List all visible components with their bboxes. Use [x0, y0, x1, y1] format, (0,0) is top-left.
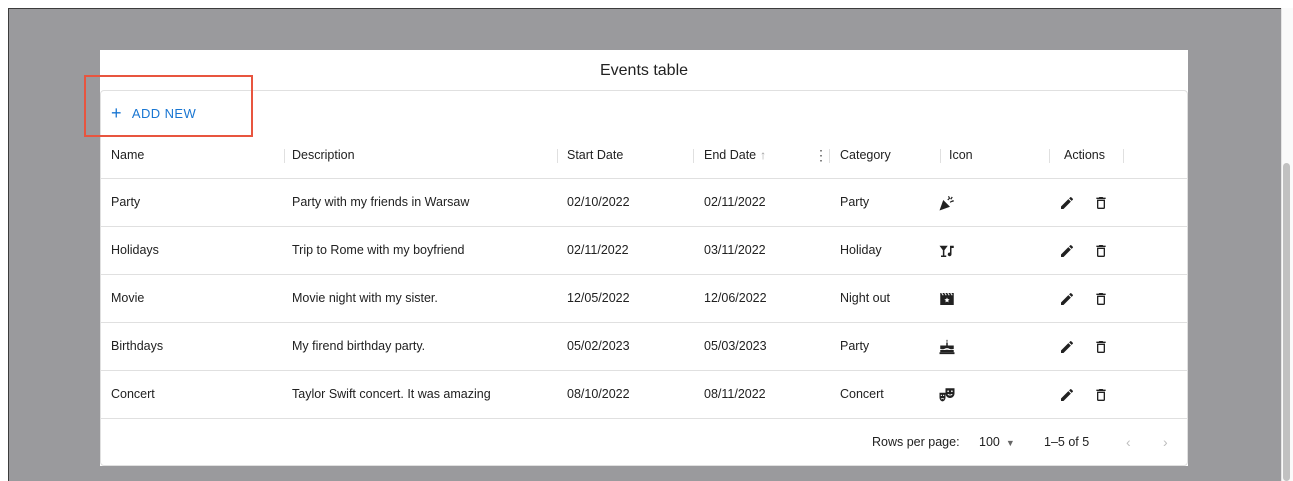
column-header-row: Name Description Start Date End Date ↑ ⋮ … [101, 135, 1187, 179]
table-row[interactable]: Movie Movie night with my sister. 12/05/20… [101, 275, 1187, 323]
column-header-label: Name [111, 148, 145, 162]
dialog-title: Events table [599, 62, 689, 79]
column-menu-icon[interactable]: ⋮ [814, 135, 828, 175]
cell-name: Party [111, 195, 141, 209]
column-header-label: Category [840, 148, 891, 162]
cell-description: Taylor Swift concert. It was amazing [292, 387, 491, 401]
edit-icon[interactable] [1059, 227, 1075, 274]
events-dialog: Events table + ADD NEW Name Description … [100, 50, 1188, 466]
column-separator[interactable] [284, 149, 285, 163]
rows-per-page-value: 100 [979, 435, 1000, 449]
edit-icon[interactable] [1059, 179, 1075, 226]
frame-left-line [8, 8, 9, 481]
column-header-label: Description [292, 148, 355, 162]
rows-per-page-select[interactable]: 100 ▼ [979, 419, 1015, 466]
table-row[interactable]: Concert Taylor Swift concert. It was amaz… [101, 371, 1187, 419]
cell-end-date: 03/11/2022 [704, 243, 766, 257]
cell-name: Holidays [111, 243, 159, 257]
cell-start-date: 02/10/2022 [567, 195, 630, 209]
grid-footer: Rows per page: 100 ▼ 1–5 of 5 ‹ › [101, 419, 1187, 465]
cell-description: Trip to Rome with my boyfriend [292, 243, 465, 257]
events-data-grid: + ADD NEW Name Description Start Date En… [100, 90, 1188, 466]
movie-clapper-icon [938, 275, 956, 322]
cell-name: Movie [111, 291, 145, 305]
column-header-end-date[interactable]: End Date ↑ [704, 135, 766, 178]
cell-start-date: 02/11/2022 [567, 243, 629, 257]
edit-icon[interactable] [1059, 371, 1075, 418]
column-header-label: Actions [1064, 148, 1105, 162]
column-separator[interactable] [1123, 149, 1124, 163]
column-header-start-date[interactable]: Start Date [567, 135, 623, 178]
delete-icon[interactable] [1093, 227, 1109, 274]
cell-category: Party [840, 195, 870, 209]
cell-end-date: 12/06/2022 [704, 291, 767, 305]
edit-icon[interactable] [1059, 275, 1075, 322]
cell-name: Birthdays [111, 339, 164, 353]
delete-icon[interactable] [1093, 371, 1109, 418]
cell-end-date: 02/11/2022 [704, 195, 766, 209]
column-header-label: Start Date [567, 148, 624, 162]
table-row[interactable]: Holidays Trip to Rome with my boyfriend 02… [101, 227, 1187, 275]
page-scrollbar-thumb[interactable] [1283, 163, 1290, 481]
chevron-down-icon: ▼ [1005, 438, 1015, 448]
column-header-actions[interactable]: Actions [1064, 135, 1105, 178]
cell-start-date: 08/10/2022 [567, 387, 630, 401]
next-page-icon[interactable]: › [1163, 419, 1168, 465]
cell-description: Movie night with my sister. [292, 291, 438, 305]
cell-category: Holiday [840, 243, 882, 257]
cell-end-date: 05/03/2023 [704, 339, 767, 353]
nightlife-icon [938, 227, 956, 274]
rows-per-page-label: Rows per page: [872, 435, 960, 449]
delete-icon[interactable] [1093, 275, 1109, 322]
column-separator[interactable] [1049, 149, 1050, 163]
sort-ascending-icon[interactable]: ↑ [760, 148, 766, 162]
delete-icon[interactable] [1093, 179, 1109, 226]
window-left-border [0, 8, 8, 481]
table-row[interactable]: Birthdays My firend birthday party. 05/02/… [101, 323, 1187, 371]
party-popper-icon [938, 179, 956, 226]
cell-start-date: 05/02/2023 [567, 339, 630, 353]
column-separator[interactable] [940, 149, 941, 163]
column-header-name[interactable]: Name [111, 135, 144, 178]
cell-name: Concert [111, 387, 155, 401]
table-row[interactable]: Party Party with my friends in Warsaw 02/1… [101, 179, 1187, 227]
cell-description: My firend birthday party. [292, 339, 426, 353]
column-separator[interactable] [829, 149, 830, 163]
annotation-highlight-box [84, 75, 253, 137]
edit-icon[interactable] [1059, 323, 1075, 370]
column-header-icon[interactable]: Icon [949, 135, 973, 178]
cell-description: Party with my friends in Warsaw [292, 195, 470, 209]
cell-category: Night out [840, 291, 891, 305]
column-header-description[interactable]: Description [292, 135, 355, 178]
column-header-category[interactable]: Category [840, 135, 891, 178]
cell-category: Party [840, 339, 870, 353]
previous-page-icon[interactable]: ‹ [1126, 419, 1131, 465]
pagination-range: 1–5 of 5 [1044, 435, 1090, 449]
delete-icon[interactable] [1093, 323, 1109, 370]
column-header-label: Icon [949, 148, 973, 162]
window-top-strip [0, 0, 1293, 8]
frame-top-line [8, 8, 1282, 9]
cell-end-date: 08/11/2022 [704, 387, 766, 401]
column-separator[interactable] [557, 149, 558, 163]
column-separator[interactable] [693, 149, 694, 163]
theater-masks-icon [938, 371, 956, 418]
birthday-cake-icon [938, 323, 956, 370]
cell-start-date: 12/05/2022 [567, 291, 630, 305]
column-header-label: End Date [704, 148, 757, 162]
cell-category: Concert [840, 387, 884, 401]
